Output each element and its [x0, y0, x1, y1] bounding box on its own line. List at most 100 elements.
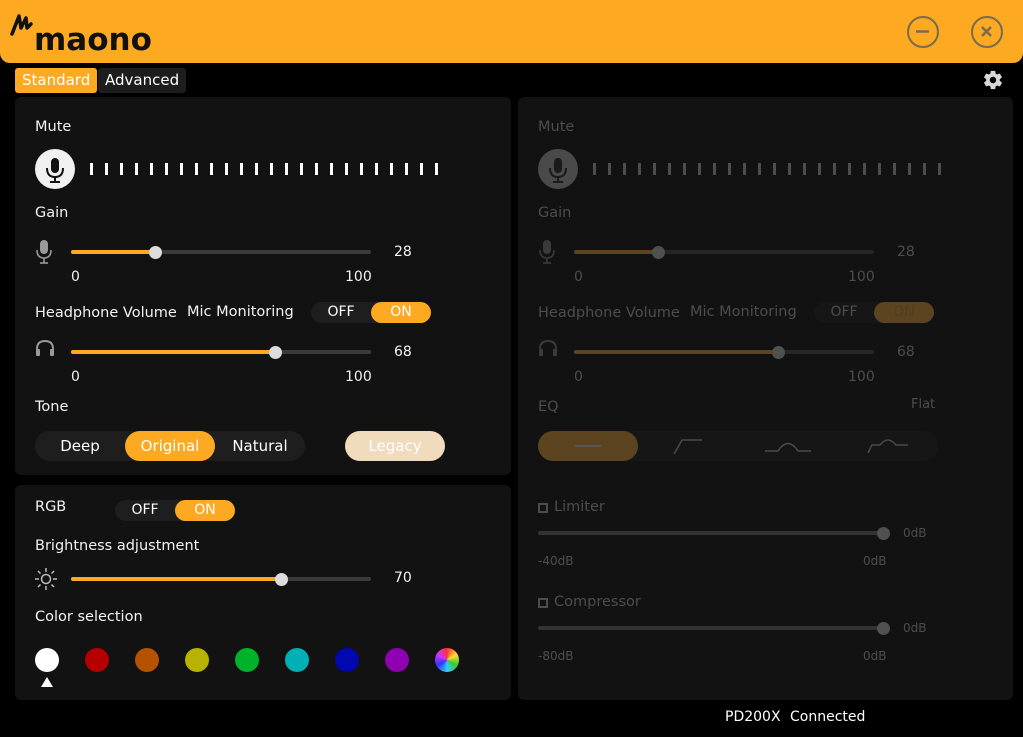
mic-monitoring-label-right: Mic Monitoring	[690, 304, 797, 320]
brightness-slider-knob[interactable]	[274, 572, 288, 586]
mic-monitoring-off-right: OFF	[830, 304, 858, 320]
meter-tick	[345, 163, 348, 175]
gain-value-right: 28	[897, 244, 915, 260]
gain-label-right: Gain	[538, 205, 572, 221]
gain-min-right: 0	[574, 269, 583, 285]
meter-tick	[210, 163, 213, 175]
meter-tick	[608, 163, 611, 175]
close-button[interactable]	[971, 16, 1003, 48]
meter-tick	[893, 163, 896, 175]
sun-icon	[35, 568, 57, 594]
tab-advanced[interactable]: Advanced	[98, 68, 187, 93]
minimize-button[interactable]	[907, 16, 939, 48]
gain-max: 100	[345, 269, 372, 285]
brightness-slider[interactable]	[71, 572, 371, 586]
meter-tick	[788, 163, 791, 175]
mic-monitoring-toggle[interactable]: OFF ON	[311, 302, 431, 323]
meter-tick	[938, 163, 941, 175]
meter-tick	[668, 163, 671, 175]
gain-min: 0	[71, 269, 80, 285]
meter-tick	[225, 163, 228, 175]
limiter-slider-knob	[876, 526, 890, 540]
mute-button[interactable]	[35, 149, 75, 189]
meter-tick	[638, 163, 641, 175]
gain-mic-icon	[35, 239, 53, 269]
eq-high-pass	[638, 431, 738, 461]
gain-label: Gain	[35, 205, 69, 221]
limiter-label: Limiter	[554, 499, 605, 515]
gain-slider-knob-right	[651, 245, 665, 259]
gain-value: 28	[394, 244, 412, 260]
headphone-slider-knob[interactable]	[268, 345, 282, 359]
rgb-toggle[interactable]: OFF ON	[115, 500, 235, 521]
tone-original[interactable]: Original	[125, 431, 215, 461]
rgb-off[interactable]: OFF	[115, 500, 175, 521]
meter-tick	[270, 163, 273, 175]
color-swatch[interactable]	[135, 648, 159, 672]
compressor-slider-fill	[538, 626, 883, 630]
meter-tick	[593, 163, 596, 175]
mute-label-right: Mute	[538, 119, 575, 135]
compressor-label: Compressor	[554, 594, 641, 610]
meter-tick	[743, 163, 746, 175]
audio-panel: Mute Gain 28 0 100 Headphone Volume Mic …	[15, 97, 511, 475]
mic-monitoring-off[interactable]: OFF	[311, 302, 371, 323]
meter-tick	[375, 163, 378, 175]
meter-tick	[923, 163, 926, 175]
meter-tick	[878, 163, 881, 175]
compressor-slider-knob	[876, 621, 890, 635]
mic-monitoring-on[interactable]: ON	[371, 302, 431, 323]
advanced-panel: Mute Gain 28 0 100 Headphone Volume Mic …	[518, 97, 1013, 700]
rgb-on[interactable]: ON	[175, 500, 235, 521]
headphones-icon	[35, 339, 55, 361]
brightness-value: 70	[394, 570, 412, 586]
limiter-checkbox	[538, 503, 548, 513]
tab-standard[interactable]: Standard	[15, 68, 98, 93]
meter-tick	[728, 163, 731, 175]
gain-slider-knob[interactable]	[148, 245, 162, 259]
color-swatch[interactable]	[185, 648, 209, 672]
gain-slider-fill	[71, 250, 155, 254]
mic-monitoring-toggle-right: OFF ON	[814, 302, 934, 323]
x-circle-icon	[981, 26, 992, 37]
meter-tick	[180, 163, 183, 175]
headphone-volume-label-right: Headphone Volume	[538, 305, 680, 321]
meter-tick	[285, 163, 288, 175]
headphone-volume-slider[interactable]	[71, 345, 371, 359]
meter-tick	[255, 163, 258, 175]
settings-button[interactable]	[982, 69, 1004, 95]
mute-button-right	[538, 149, 578, 189]
color-swatch[interactable]	[335, 648, 359, 672]
color-swatch[interactable]	[85, 648, 109, 672]
color-swatch[interactable]	[285, 648, 309, 672]
color-swatch[interactable]	[385, 648, 409, 672]
microphone-icon	[549, 158, 567, 183]
eq-bass-presence-icon	[867, 439, 908, 454]
headphone-volume-value-right: 68	[897, 344, 915, 360]
color-swatch[interactable]	[435, 648, 459, 672]
compressor-value: 0dB	[903, 621, 927, 635]
meter-tick	[90, 163, 93, 175]
eq-selector	[538, 431, 938, 461]
gain-slider[interactable]	[71, 245, 371, 259]
device-name: PD200X	[725, 709, 781, 725]
limiter-slider-fill	[538, 531, 883, 535]
headphone-slider-knob-right	[771, 345, 785, 359]
meter-tick	[818, 163, 821, 175]
eq-flat-icon	[575, 445, 601, 447]
gain-slider-fill-right	[574, 250, 658, 254]
compressor-checkbox	[538, 598, 548, 608]
color-swatch[interactable]	[235, 648, 259, 672]
meter-tick	[300, 163, 303, 175]
tone-natural[interactable]: Natural	[215, 431, 305, 461]
meter-tick	[420, 163, 423, 175]
color-swatch[interactable]	[35, 648, 59, 672]
headphone-max-right: 100	[848, 369, 875, 385]
tone-selector[interactable]: Deep Original Natural	[35, 431, 305, 461]
legacy-button[interactable]: Legacy	[345, 431, 445, 461]
meter-tick	[863, 163, 866, 175]
tone-deep[interactable]: Deep	[35, 431, 125, 461]
eq-label: EQ	[538, 399, 559, 415]
color-selection-label: Color selection	[35, 609, 143, 625]
meter-tick	[135, 163, 138, 175]
